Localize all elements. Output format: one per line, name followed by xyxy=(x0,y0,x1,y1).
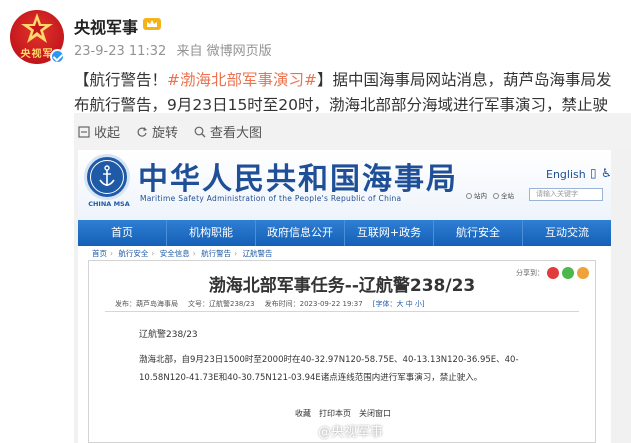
crumb-liaoning[interactable]: 辽航警告 xyxy=(243,249,273,258)
nav-home[interactable]: 首页 xyxy=(78,220,167,246)
print-link[interactable]: 打印本页 xyxy=(319,408,351,419)
anchor-icon xyxy=(99,165,115,186)
verified-badge-icon xyxy=(50,49,65,64)
post-image[interactable]: CHINA MSA 中华人民共和国海事局 Maritime Safety Adm… xyxy=(74,150,631,443)
article-meta: 发布：葫芦岛海事局 文号：辽航警238/23 发布时间：2023-09-22 1… xyxy=(115,299,425,309)
msa-masthead: CHINA MSA 中华人民共和国海事局 Maritime Safety Adm… xyxy=(78,150,612,220)
accessibility-icon[interactable]: ♿ xyxy=(601,166,612,180)
crumb-safety-info[interactable]: 安全信息 xyxy=(160,249,190,258)
collapse-button[interactable]: 收起 xyxy=(78,122,120,141)
crumb-home[interactable]: 首页 xyxy=(92,249,107,258)
english-link[interactable]: English xyxy=(546,168,586,181)
msa-site-title: 中华人民共和国海事局 xyxy=(138,162,458,197)
watermark-text: @央视军事 xyxy=(318,425,384,440)
mobile-icon[interactable]: ▯ xyxy=(590,166,597,180)
article-body: 渤海北部，自9月23日1500时至2000时在40-32.97N120-58.7… xyxy=(139,355,519,383)
crumb-warnings[interactable]: 航行警告 xyxy=(201,249,231,258)
msa-main-nav: 首页 机构职能 政府信息公开 互联网+政务 航行安全 互动交流 xyxy=(78,220,611,246)
msa-emblem-label: CHINA MSA xyxy=(88,200,130,208)
rotate-icon xyxy=(137,126,148,137)
post-text-prefix: 【航行警告！ xyxy=(74,71,168,89)
view-large-label: 查看大图 xyxy=(210,126,263,141)
media-toolbar: 收起 旋转 查看大图 xyxy=(74,113,631,150)
crown-icon xyxy=(143,18,161,30)
post-source: 来自 微博网页版 xyxy=(176,44,272,59)
nav-nav-safety[interactable]: 航行安全 xyxy=(434,220,523,246)
collapse-label: 收起 xyxy=(94,126,121,141)
article-title: 渤海北部军事任务--辽航警238/23 xyxy=(208,276,476,296)
nav-gov-info[interactable]: 政府信息公开 xyxy=(256,220,345,246)
search-scope[interactable]: 站内 全站 xyxy=(466,190,514,200)
article-subtitle: 辽航警238/23 xyxy=(139,330,198,340)
view-large-button[interactable]: 查看大图 xyxy=(194,122,262,141)
nav-internet-gov[interactable]: 互联网+政务 xyxy=(345,220,434,246)
hashtag-link[interactable]: #渤海北部军事演习# xyxy=(167,71,317,89)
article-source: 发布：葫芦岛海事局 xyxy=(115,300,178,308)
zoom-icon xyxy=(194,126,206,137)
article-docno: 文号：辽航警238/23 xyxy=(188,300,255,308)
msa-emblem-icon xyxy=(84,154,130,200)
author-name[interactable]: 央视军事 xyxy=(74,14,138,38)
close-window-link[interactable]: 关闭窗口 xyxy=(359,408,391,419)
article-actions: 收藏 打印本页 关闭窗口 xyxy=(295,408,391,419)
site-search-input[interactable]: 请输入关键字 xyxy=(529,188,603,201)
crumb-nav-safety[interactable]: 航行安全 xyxy=(118,249,148,258)
msa-site-subtitle: Maritime Safety Administration of the Pe… xyxy=(140,194,402,203)
article-date: 发布时间：2023-09-22 19:37 xyxy=(264,300,363,308)
rotate-button[interactable]: 旋转 xyxy=(136,122,178,141)
weibo-watermark: @央视军事 xyxy=(318,421,383,440)
collapse-icon xyxy=(78,125,90,138)
breadcrumb: 首页 › 航行安全 › 安全信息 › 航行警告 › 辽航警告 xyxy=(92,249,273,258)
nav-interaction[interactable]: 互动交流 xyxy=(523,220,611,246)
post-date[interactable]: 23-9-23 11:32 xyxy=(74,44,166,59)
rotate-label: 旋转 xyxy=(152,126,179,141)
article-panel: 分享到： 渤海北部军事任务--辽航警238/23 发布：葫芦岛海事局 文号：辽航… xyxy=(88,260,596,443)
favorite-link[interactable]: 收藏 xyxy=(295,408,311,419)
nav-functions[interactable]: 机构职能 xyxy=(167,220,256,246)
star-icon xyxy=(21,13,53,43)
post-meta: 23-9-23 11:32 来自 微博网页版 xyxy=(74,40,278,59)
article-divider xyxy=(105,311,579,312)
font-size-control[interactable]: [字体：大 中 小] xyxy=(373,299,425,309)
msa-page: CHINA MSA 中华人民共和国海事局 Maritime Safety Adm… xyxy=(78,150,612,443)
